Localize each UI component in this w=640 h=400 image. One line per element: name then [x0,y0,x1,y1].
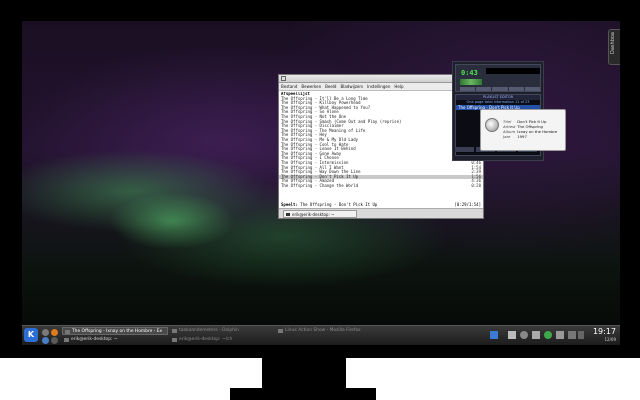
player-time: 0:43 [461,69,478,77]
task-dolphin-label: taakaandemeters - Dolphin [179,328,239,333]
player-song-scroller [486,68,540,74]
status-label: Speelt: [281,202,298,207]
menu-bladwijzers[interactable]: Bladwijzers [340,84,363,89]
firefox-icon[interactable] [51,329,58,336]
menu-help[interactable]: Help [394,84,403,89]
track-tooltip: Titel Don't Pick It Up Artiest The Offsp… [480,109,566,151]
player-main-panel: 0:43 [455,64,541,92]
terminal-tab-label: erik@erik-desktop: ~ [292,212,335,217]
add-button[interactable] [455,147,474,152]
desktop-icon[interactable] [42,329,49,336]
stop-button[interactable] [508,87,524,91]
task-terminal-1-label: erik@erik-desktop: ~ [71,337,118,342]
task-dolphin[interactable]: taakaandemeters - Dolphin [170,327,274,335]
notes-icon[interactable] [508,331,516,339]
prev-button[interactable] [460,87,476,91]
now-playing-status: Speelt: The Offspring - Don't Pick It Up… [279,202,483,207]
monitor-stand-base [230,388,376,400]
battery-icon[interactable] [568,331,576,339]
status-position: [0:29/1:54] [454,202,482,207]
task-player-label: The Offspring - Ixnay on the Hombre - Ex [72,329,163,334]
task-firefox-icon [278,329,283,333]
dolphin-icon[interactable] [42,337,49,344]
taskbar: K The Offspring - Ixnay on the Hombre - … [22,325,620,345]
playlist-line-text: The Offspring - Change the World [281,182,359,188]
task-player-icon [65,330,70,334]
kde-menu-icon[interactable]: K [24,328,38,342]
task-firefox-label: Linux Action Show - Mozilla Firefox [285,328,361,333]
tooltip-year-row: Jaar 1997 [503,134,527,140]
terminal-tab[interactable]: erik@erik-desktop: ~ [283,210,357,218]
next-button[interactable] [524,87,541,91]
status-track: The Offspring - Don't Pick It Up [300,202,378,207]
desktop-screen: Dashboa Bestand Bewerken Beeld Bladwijze… [22,21,620,345]
konsole-icon[interactable] [51,337,58,344]
dashboard-label: Dashboa [610,32,616,54]
task-terminal-2-label: erik@erik-desktop: ~/ch [179,337,233,342]
playlist-line-duration: 0:20 [471,182,481,188]
clipboard-icon[interactable] [532,331,540,339]
menu-beeld[interactable]: Beeld [325,84,336,89]
task-terminal-1-icon [64,338,69,342]
cd-icon [485,118,499,132]
clock-time: 19:17 [592,327,616,336]
pause-button[interactable] [492,87,508,91]
monitor-bezel: Dashboa Bestand Bewerken Beeld Bladwijze… [0,0,640,358]
terminal-tabbar: erik@erik-desktop: ~ [279,208,483,218]
player-controls [460,87,541,91]
task-terminal-2[interactable]: erik@erik-desktop: ~/ch [170,336,274,344]
volume-icon[interactable] [556,331,564,339]
task-terminal-2-icon [172,338,177,342]
task-terminal-1[interactable]: erik@erik-desktop: ~ [62,336,168,344]
task-firefox[interactable]: Linux Action Show - Mozilla Firefox [276,327,380,335]
network-icon[interactable] [520,331,528,339]
menu-instellingen[interactable]: Instellingen [367,84,390,89]
task-player[interactable]: The Offspring - Ixnay on the Hombre - Ex [62,327,168,335]
playlist-line[interactable]: The Offspring - Change the World 0:20 [279,182,483,189]
menu-bewerken[interactable]: Bewerken [301,84,321,89]
updates-icon[interactable] [544,331,552,339]
tooltip-album-row: Album Ixnay on the Hombre [503,129,557,135]
tooltip-year-value: 1997 [517,134,527,139]
visualizer [460,79,482,85]
terminal-icon [286,213,290,216]
window-menu-icon[interactable] [281,76,286,81]
menu-bestand[interactable]: Bestand [281,84,297,89]
pager-icon[interactable] [490,331,498,339]
play-button[interactable] [476,87,492,91]
monitor-stand-neck [262,358,346,390]
tray-expand-icon[interactable] [578,331,584,339]
clock-date: 12/09 [604,337,616,342]
dashboard-handle[interactable]: Dashboa [608,29,620,65]
task-dolphin-icon [172,329,177,333]
tooltip-year-key: Jaar [503,134,511,139]
clock[interactable]: 19:17 12/09 [593,327,616,343]
